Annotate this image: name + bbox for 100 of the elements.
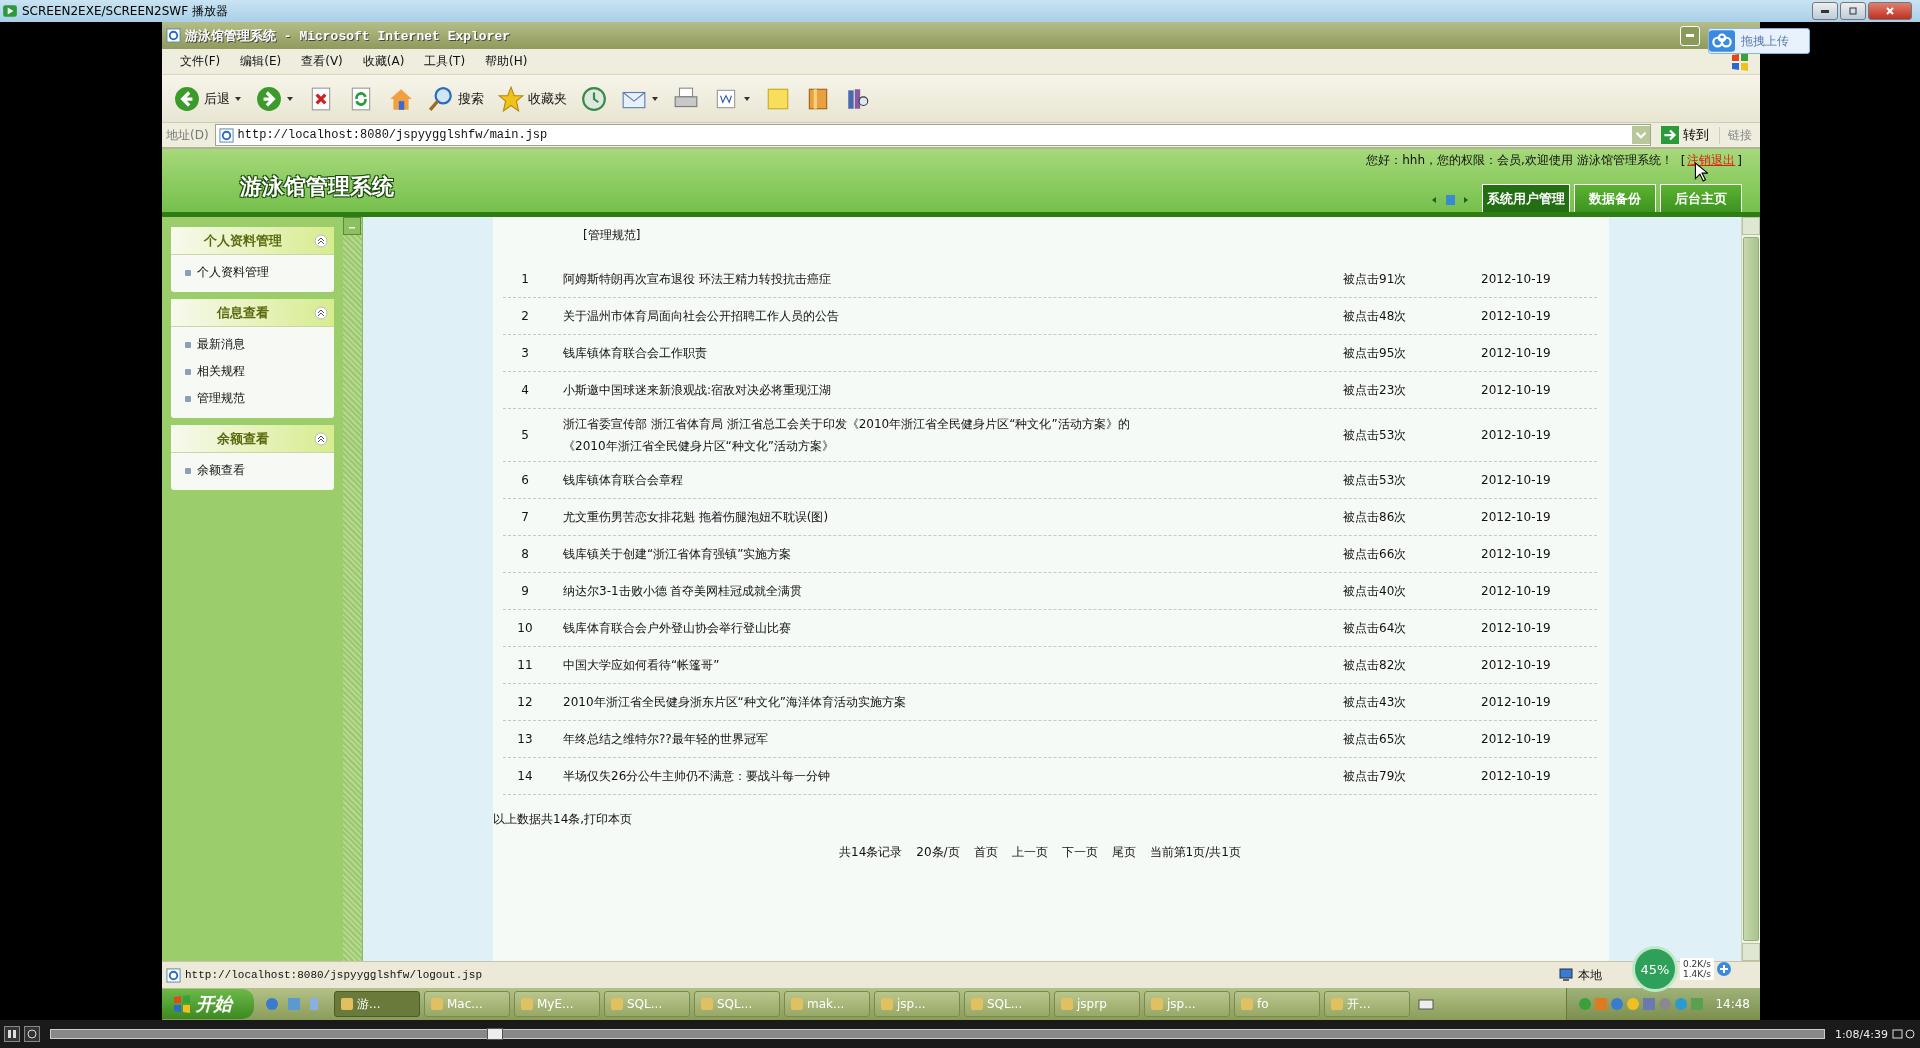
menu-item[interactable]: 收藏(A): [352, 53, 415, 70]
sidebar-item[interactable]: 余额查看: [171, 457, 334, 484]
section-heading: [管理规范]: [582, 227, 642, 244]
menu-item[interactable]: 编辑(E): [230, 53, 292, 70]
go-button[interactable]: 转到: [1657, 126, 1713, 144]
print-link[interactable]: 打印本页: [584, 811, 633, 828]
caret-icon: [651, 94, 659, 103]
favorites-button[interactable]: 收藏夹: [494, 83, 571, 114]
player-title: SCREEN2EXE/SCREEN2SWF 播放器: [22, 2, 228, 20]
address-field[interactable]: http://localhost:8080/jspyygglshfw/main.jsp: [214, 124, 1651, 146]
click-count: 被点击43次: [1343, 693, 1408, 711]
date-cell-text: 2012-10-19: [1481, 769, 1552, 783]
date-cell-text: 2012-10-19: [1481, 473, 1552, 487]
date-cell-text: 2012-10-19: [1481, 510, 1552, 524]
pager-item[interactable]: 当前第1页/共1页: [1149, 844, 1241, 861]
nav-arrows-icon[interactable]: [1430, 194, 1470, 206]
app-icon: [521, 998, 533, 1010]
pager-item[interactable]: 首页: [973, 844, 998, 861]
time-display: 1:08/4:39: [1834, 1027, 1888, 1041]
pause-icon: [7, 1029, 17, 1039]
date-cell-text: 2012-10-19: [1481, 346, 1552, 360]
click-count: 被点击79次: [1343, 767, 1408, 785]
menu-item[interactable]: 帮助(H): [475, 53, 538, 70]
click-count: 被点击91次: [1343, 270, 1408, 288]
greeting-text: 您好：hhh，您的权限：会员,欢迎使用 游泳馆管理系统！: [1366, 152, 1673, 169]
bracket: [: [1680, 153, 1686, 168]
article-link[interactable]: 钱库镇关于创建“浙江省体育强镇”实施方案: [563, 543, 1143, 565]
fullscreen-icon[interactable]: [1892, 1029, 1916, 1039]
article-link[interactable]: 2010年浙江省全民健身浙东片区“种文化”海洋体育活动实施方案: [563, 691, 1143, 713]
article-link[interactable]: 钱库镇体育联合会章程: [563, 469, 1143, 491]
scrollbar[interactable]: [1741, 217, 1760, 961]
search-button[interactable]: 搜索: [424, 83, 488, 114]
plus-icon[interactable]: [1715, 961, 1732, 977]
article-link[interactable]: 钱库体育联合会户外登山协会举行登山比赛: [563, 617, 1143, 639]
collapse-icon[interactable]: [314, 305, 328, 320]
article-link[interactable]: 中国大学应如何看待“帐篷哥”: [563, 654, 1143, 676]
keyboard-icon[interactable]: [1418, 998, 1434, 1010]
article-link[interactable]: 钱库镇体育联合会工作职责: [563, 342, 1143, 364]
menu-item[interactable]: 查看(V): [291, 53, 353, 70]
minimize-icon: [1821, 9, 1829, 13]
collapse-button[interactable]: [343, 217, 361, 235]
panel-header[interactable]: 信息查看: [171, 299, 334, 327]
sidebar-item[interactable]: 最新消息: [171, 331, 334, 358]
pause-button[interactable]: [4, 1026, 20, 1042]
article-link[interactable]: 浙江省委宣传部 浙江省体育局 浙江省总工会关于印发《2010年浙江省全民健身片区“种文化”活动方案》的《2010年浙江省全民健身片区“种文化”活动方案》: [563, 413, 1143, 457]
minimize-button[interactable]: [1812, 2, 1838, 20]
status-text: http://localhost:8080/jspyygglshfw/logout.jsp: [185, 969, 483, 981]
date-cell-text: 2012-10-19: [1481, 621, 1552, 635]
date-cell-text: 2012-10-19: [1481, 272, 1552, 286]
article-link[interactable]: 半场仅失26分公牛主帅仍不满意：要战斗每一分钟: [563, 765, 1143, 787]
article-link[interactable]: 年终总结之维特尔??最年轻的世界冠军: [563, 728, 1143, 750]
pager-item[interactable]: 上一页: [1011, 844, 1048, 861]
pager-item[interactable]: 下一页: [1061, 844, 1098, 861]
row-number: 7: [520, 510, 530, 524]
collapse-icon[interactable]: [314, 233, 328, 248]
progress-thumb[interactable]: [487, 1028, 504, 1040]
article-link[interactable]: 纳达尔3-1击败小德 首夺美网桂冠成就全满贯: [563, 580, 1143, 602]
date-cell-text: 2012-10-19: [1481, 383, 1552, 397]
row-number: 13: [516, 732, 534, 746]
menu-item[interactable]: 文件(F): [170, 53, 231, 70]
pager-item[interactable]: 共14条记录: [839, 844, 903, 861]
click-count: 被点击23次: [1343, 381, 1408, 399]
row-number: 5: [520, 428, 530, 442]
collapse-icon[interactable]: [314, 431, 328, 446]
sidebar-item[interactable]: 相关规程: [171, 358, 334, 385]
maximize-button[interactable]: [1840, 2, 1866, 20]
stop-button[interactable]: [24, 1026, 40, 1042]
browser-title: 游泳馆管理系统 - Microsoft Internet Explorer: [185, 27, 511, 45]
menu-item[interactable]: 工具(T): [414, 53, 476, 70]
pager-item[interactable]: 20条/页: [916, 844, 960, 861]
row-number: 6: [520, 473, 530, 487]
bullet-icon: [185, 395, 191, 402]
click-count: 被点击82次: [1343, 656, 1408, 674]
sidebar-item[interactable]: 个人资料管理: [171, 259, 334, 286]
date-cell-text: 2012-10-19: [1481, 695, 1552, 709]
browser-icon: [166, 28, 181, 43]
star-icon: [498, 85, 524, 112]
cloud-icon: [1709, 30, 1735, 52]
article-link[interactable]: 小斯邀中国球迷来新浪观战:宿敌对决必将重现江湖: [563, 379, 1143, 401]
app-icon: [971, 998, 983, 1010]
date-cell-text: 2012-10-19: [1481, 584, 1552, 598]
article-link[interactable]: 阿姆斯特朗再次宣布退役 环法王精力转投抗击癌症: [563, 268, 1143, 290]
row-number: 9: [520, 584, 530, 598]
nav-tab[interactable]: 系统用户管理: [1482, 184, 1570, 212]
circle-icon: [27, 1029, 37, 1039]
row-number: 2: [520, 309, 530, 323]
click-count: 被点击66次: [1343, 545, 1408, 563]
sidebar-item[interactable]: 管理规范: [171, 385, 334, 412]
panel-header[interactable]: 余额查看: [171, 425, 334, 453]
article-link[interactable]: 关于温州市体育局面向社会公开招聘工作人员的公告: [563, 305, 1143, 327]
back-button[interactable]: 后退: [170, 83, 246, 114]
article-link[interactable]: 尤文重伤男苦恋女排花魁 拖着伤腿泡妞不耽误(图): [563, 506, 1143, 528]
pager-item[interactable]: 尾页: [1111, 844, 1136, 861]
address-label: 地址(D): [166, 126, 209, 144]
taskbar-item[interactable]: 游...: [334, 991, 420, 1017]
caret-icon: [286, 94, 294, 103]
upload-badge[interactable]: 拖拽上传: [1708, 28, 1810, 54]
row-number: 8: [520, 547, 530, 561]
close-button[interactable]: [1868, 2, 1912, 20]
panel-header[interactable]: 个人资料管理: [171, 227, 334, 255]
